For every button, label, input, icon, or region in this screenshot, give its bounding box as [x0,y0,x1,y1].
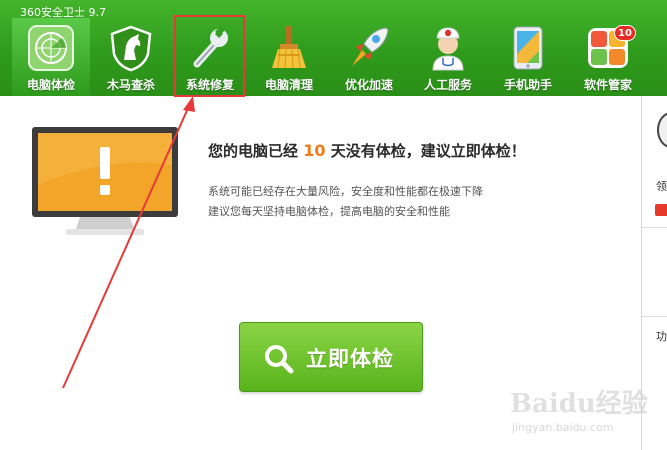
right-panel-text[interactable]: 功 [656,328,667,344]
tool-label: 电脑清理 [264,78,313,92]
tool-label: 优化加速 [344,78,393,92]
checkup-headline: 您的电脑已经 10 天没有体检，建议立即体检！ [208,140,526,161]
days-count: 10 [303,141,326,160]
warning-monitor-icon [32,127,178,235]
tool-label: 电脑体检 [26,78,75,92]
broom-icon [272,26,306,69]
start-checkup-button[interactable]: 立即体检 [239,322,423,392]
divider [641,227,667,228]
tool-computer-checkup[interactable]: 电脑体检 [12,18,90,96]
radar-icon [28,25,74,71]
tool-label: 手机助手 [503,78,552,92]
tool-computer-cleanup[interactable]: 电脑清理 [250,18,328,96]
description-line: 系统可能已经存在大量风险，安全度和性能都在极速下降 [208,185,483,198]
annotation-highlight-box [174,15,245,97]
watermark-brand: Baidu经验 [510,389,648,419]
phone-icon [513,26,543,70]
tool-human-service[interactable]: 人工服务 [409,18,487,96]
tool-label: 木马查杀 [106,78,155,92]
headline-prefix: 您的电脑已经 [208,142,299,160]
watermark: Baidu经验 jingyan.baidu.com [510,383,650,443]
notification-badge: 10 [614,25,636,41]
doctor-icon [432,27,464,71]
gift-icon[interactable] [655,204,667,216]
headline-suffix: 天没有体检，建议立即体检！ [330,142,526,160]
start-checkup-label: 立即体检 [306,347,394,371]
horse-shield-icon [110,25,152,72]
tool-label: 软件管家 [583,78,632,92]
tool-label: 人工服务 [423,78,472,92]
search-icon [265,345,294,374]
rocket-icon [352,27,389,66]
tool-phone-assistant[interactable]: 手机助手 [489,18,567,96]
watermark-url: jingyan.baidu.com [512,421,614,434]
divider [641,316,667,317]
top-toolbar: 360安全卫士 9.7 电脑体检 木马查杀 系统修复 电脑清理 优化加速 人工服… [0,0,667,97]
right-panel-text[interactable]: 领 [656,178,667,194]
tool-trojan-scan[interactable]: 木马查杀 [92,18,170,96]
tool-optimize-speedup[interactable]: 优化加速 [330,18,408,96]
description-line: 建议您每天坚持电脑体检，提高电脑的安全和性能 [208,205,450,218]
checkup-description: 系统可能已经存在大量风险，安全度和性能都在极速下降 建议您每天坚持电脑体检，提高… [208,182,483,222]
